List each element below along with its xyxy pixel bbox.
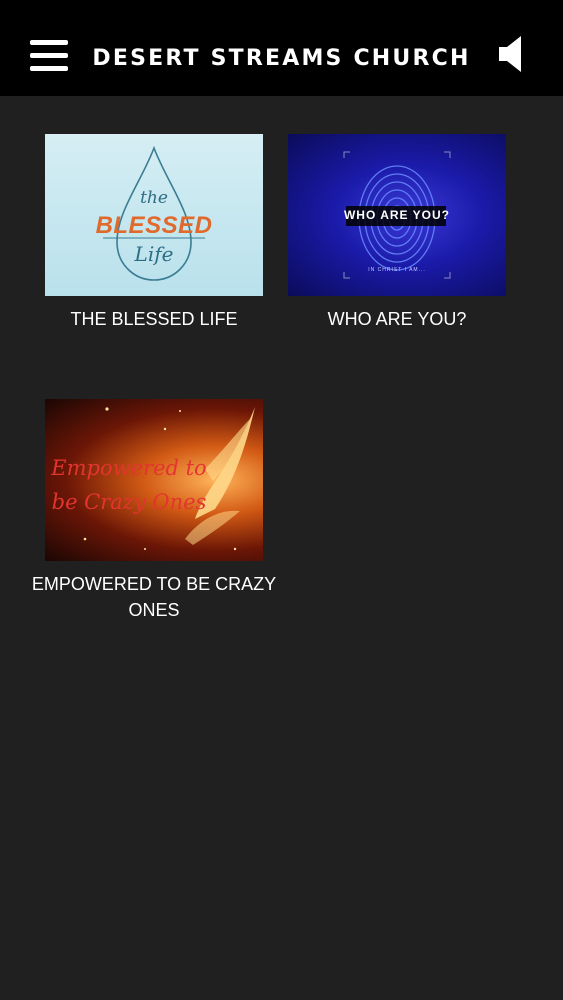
thumbnail-text-life: Life <box>134 242 174 266</box>
speaker-icon[interactable] <box>497 34 527 74</box>
thumbnail-text-sub: IN CHRIST I AM... <box>368 267 426 273</box>
series-thumbnail-blessed-life: the BLESSED Life <box>45 134 263 296</box>
hamburger-menu-icon[interactable] <box>30 40 70 72</box>
thumbnail-text-the: the <box>140 188 168 208</box>
series-title: EMPOWERED TO BE CRAZY ONES <box>31 574 277 620</box>
thumbnail-text-heading: WHO ARE YOU? <box>343 208 450 222</box>
series-thumbnail-who-are-you: WHO ARE YOU? IN CHRIST I AM... <box>288 134 506 296</box>
series-title: THE BLESSED LIFE <box>70 309 238 329</box>
series-title: WHO ARE YOU? <box>327 309 467 329</box>
series-tile-who-are-you[interactable]: WHO ARE YOU? IN CHRIST I AM... WHO ARE Y… <box>288 134 506 344</box>
menu-bar-top <box>30 40 68 45</box>
series-tile-blessed-life[interactable]: the BLESSED Life THE BLESSED LIFE <box>45 134 263 344</box>
menu-bar-middle <box>30 53 68 58</box>
series-tile-empowered[interactable]: Empowered to be Crazy Ones EMPOWERED TO … <box>32 399 276 629</box>
menu-bar-bottom <box>30 66 68 71</box>
app-header: DESERT STREAMS CHURCH <box>0 0 563 96</box>
series-thumbnail-empowered: Empowered to be Crazy Ones <box>45 399 263 561</box>
page-title: DESERT STREAMS CHURCH <box>92 46 471 71</box>
thumbnail-text-blessed: BLESSED <box>95 212 213 239</box>
thumbnail-text-empowered: Empowered to be Crazy Ones <box>51 456 207 514</box>
